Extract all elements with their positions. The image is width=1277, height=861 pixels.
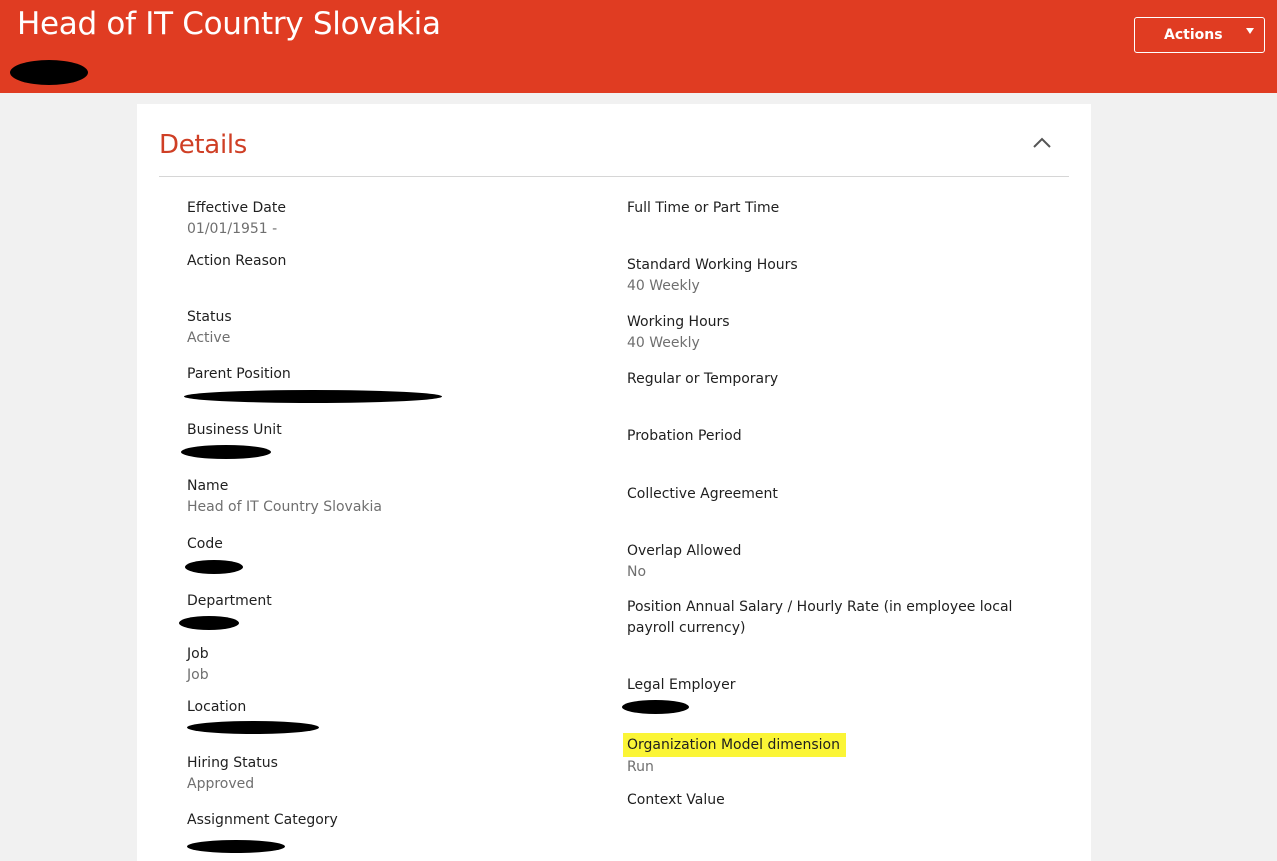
- highlighted-label: Organization Model dimension: [623, 733, 846, 757]
- redacted-value: [184, 390, 442, 403]
- field-label: Standard Working Hours: [627, 257, 798, 273]
- section-divider: [159, 176, 1069, 177]
- field-value: Head of IT Country Slovakia: [187, 499, 382, 515]
- field-label: Status: [187, 309, 232, 325]
- field-value: [622, 696, 1047, 717]
- redacted-value: [187, 840, 285, 853]
- field-label: Overlap Allowed: [627, 543, 742, 559]
- field-label: Parent Position: [187, 366, 291, 382]
- details-card: Details Effective Date 01/01/1951 - Acti…: [137, 104, 1091, 861]
- field-context-value: Context Value: [627, 790, 1047, 832]
- field-label: Working Hours: [627, 314, 730, 330]
- field-value: Approved: [187, 776, 255, 792]
- field-label: Code: [187, 536, 223, 552]
- field-value: 40 Weekly: [627, 335, 700, 351]
- field-value: [627, 219, 1047, 240]
- field-value: [187, 718, 607, 739]
- field-position-annual-salary: Position Annual Salary / Hourly Rate (in…: [627, 597, 1027, 660]
- caret-down-icon: [1246, 28, 1254, 34]
- field-standard-working-hours: Standard Working Hours 40 Weekly: [627, 255, 1047, 297]
- field-value: [627, 390, 1047, 411]
- field-organization-model-dimension: Organization Model dimension Run: [623, 733, 1047, 778]
- field-job: Job Job: [187, 644, 607, 686]
- redacted-value: [185, 560, 243, 574]
- field-label: Location: [187, 699, 247, 715]
- field-value: [185, 555, 607, 576]
- field-label: Assignment Category: [187, 812, 338, 828]
- field-value: [627, 505, 1047, 526]
- details-section-title: Details: [159, 130, 248, 160]
- field-value: 01/01/1951 -: [187, 221, 278, 237]
- field-label: Department: [187, 593, 272, 609]
- field-assignment-category: Assignment Category: [187, 810, 607, 853]
- field-label: Business Unit: [187, 422, 282, 438]
- redacted-value: [622, 700, 689, 714]
- field-label: Regular or Temporary: [627, 371, 779, 387]
- field-working-hours: Working Hours 40 Weekly: [627, 312, 1047, 354]
- field-label: Full Time or Part Time: [627, 200, 780, 216]
- redacted-value: [181, 445, 271, 459]
- field-effective-date: Effective Date 01/01/1951 -: [187, 198, 607, 240]
- field-legal-employer: Legal Employer: [622, 675, 1047, 717]
- field-collective-agreement: Collective Agreement: [627, 484, 1047, 526]
- field-label: Name: [187, 478, 229, 494]
- field-value: [627, 811, 1047, 832]
- field-location: Location: [187, 697, 607, 739]
- field-regular-temporary: Regular or Temporary: [627, 369, 1047, 411]
- redacted-subtitle: [10, 60, 88, 85]
- field-status: Status Active: [187, 307, 607, 349]
- field-value: 40 Weekly: [627, 278, 700, 294]
- field-label: Position Annual Salary / Hourly Rate (in…: [627, 599, 1013, 636]
- field-value: [187, 831, 607, 853]
- field-label: Context Value: [627, 792, 725, 808]
- field-overlap-allowed: Overlap Allowed No: [627, 541, 1047, 583]
- field-label: Hiring Status: [187, 755, 278, 771]
- field-value: [627, 639, 1027, 660]
- field-label: Effective Date: [187, 200, 286, 216]
- field-name: Name Head of IT Country Slovakia: [187, 476, 607, 518]
- field-value: Run: [627, 759, 654, 775]
- field-value: [181, 441, 607, 462]
- field-label: Legal Employer: [627, 677, 736, 693]
- field-label: Probation Period: [627, 428, 742, 444]
- redacted-value: [179, 616, 239, 630]
- field-value: [179, 612, 607, 633]
- page-title: Head of IT Country Slovakia: [17, 6, 441, 42]
- field-parent-position: Parent Position: [184, 364, 607, 406]
- field-hiring-status: Hiring Status Approved: [187, 753, 607, 795]
- field-full-time-part-time: Full Time or Part Time: [627, 198, 1047, 240]
- field-code: Code: [185, 534, 607, 576]
- chevron-up-icon[interactable]: [1029, 132, 1055, 154]
- field-label: Job: [187, 646, 209, 662]
- field-value: [187, 272, 607, 293]
- field-label: Action Reason: [187, 253, 287, 269]
- field-value: [184, 385, 607, 406]
- field-probation-period: Probation Period: [627, 426, 1047, 468]
- page-header: Head of IT Country Slovakia Actions: [0, 0, 1277, 93]
- field-value: Active: [187, 330, 231, 346]
- field-value: No: [627, 564, 647, 580]
- field-action-reason: Action Reason: [187, 251, 607, 293]
- actions-menu-button[interactable]: Actions: [1134, 17, 1265, 53]
- field-business-unit: Business Unit: [181, 420, 607, 462]
- field-department: Department: [179, 591, 607, 633]
- field-label: Organization Model dimension: [623, 733, 1047, 757]
- field-label: Collective Agreement: [627, 486, 778, 502]
- field-value: [627, 447, 1047, 468]
- actions-button-label: Actions: [1164, 27, 1223, 43]
- field-value: Job: [187, 667, 209, 683]
- redacted-value: [187, 721, 319, 734]
